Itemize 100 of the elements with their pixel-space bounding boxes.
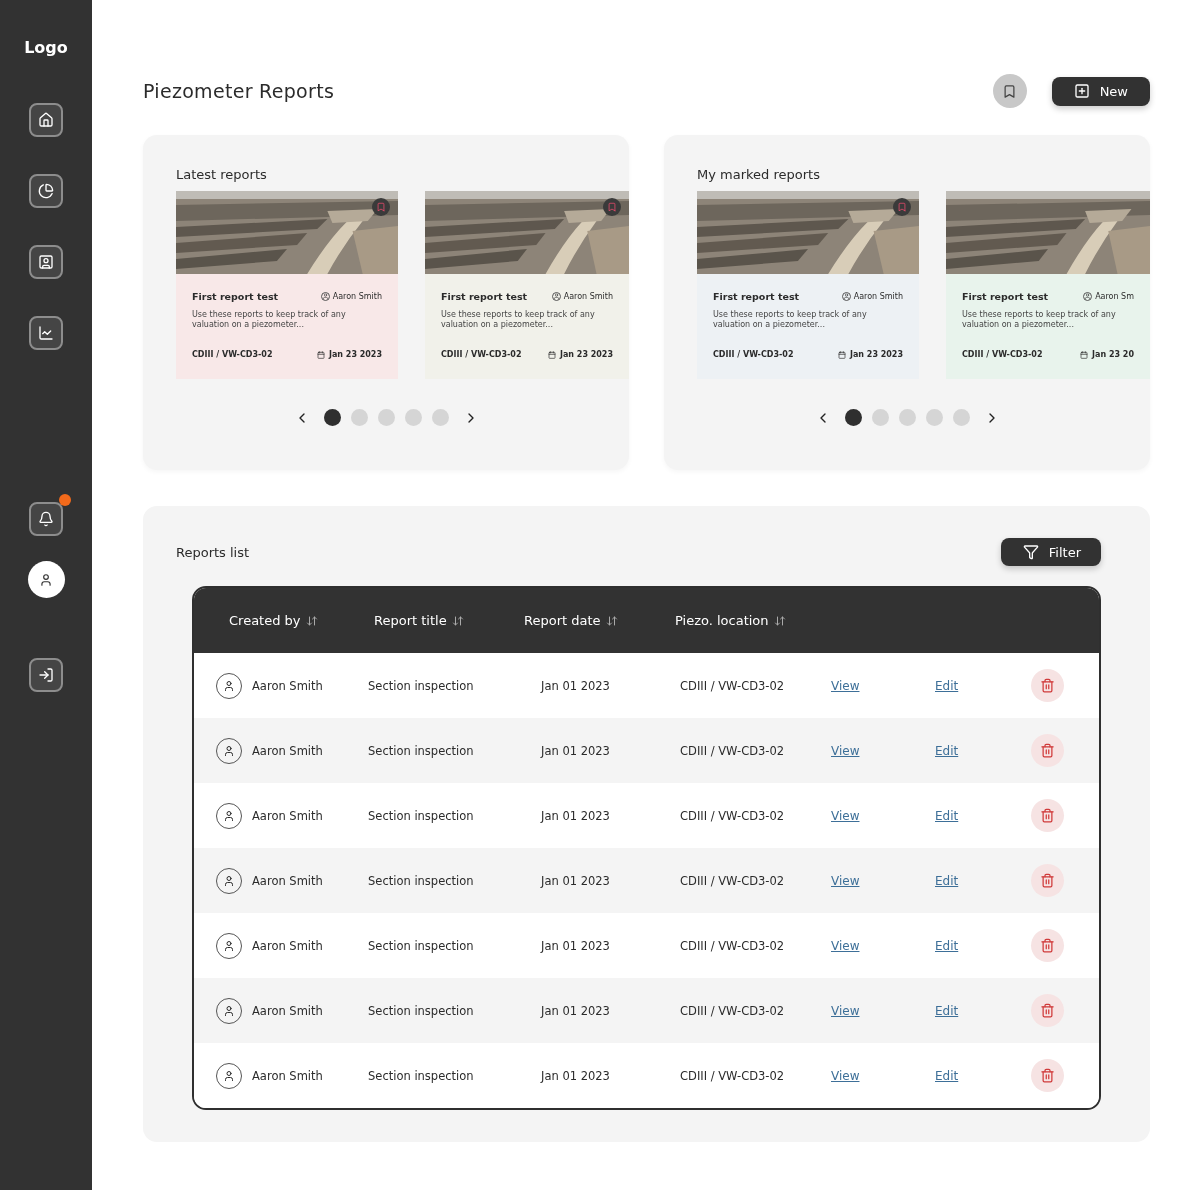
card-location: CDIII / VW-CD3-02 — [962, 350, 1043, 359]
card-description: Use these reports to keep track of any valuation on a piezometer... — [192, 310, 347, 330]
trash-icon — [1040, 808, 1055, 823]
page-dot[interactable] — [952, 409, 970, 426]
creator-name: Aaron Smith — [252, 1003, 323, 1018]
card-location: CDIII / VW-CD3-02 — [441, 350, 522, 359]
edit-link[interactable]: Edit — [935, 808, 959, 823]
panel-title: My marked reports — [697, 167, 821, 182]
column-header[interactable]: Report date — [524, 613, 675, 628]
edit-link[interactable]: Edit — [935, 873, 959, 888]
notifications-button[interactable] — [29, 502, 63, 536]
sort-icon — [605, 614, 618, 627]
creator-name: Aaron Smith — [252, 938, 323, 953]
edit-link[interactable]: Edit — [935, 678, 959, 693]
card-date: Jan 23 2023 — [547, 350, 613, 359]
table-cell-text: Section inspection — [368, 743, 475, 758]
delete-button[interactable] — [1031, 929, 1064, 962]
nav-button[interactable] — [29, 103, 63, 137]
column-header[interactable]: Created by — [229, 613, 374, 628]
card-date: Jan 23 20 — [1080, 350, 1134, 359]
user-icon — [39, 572, 53, 587]
column-header[interactable]: Report title — [374, 613, 524, 628]
calendar-icon — [837, 350, 846, 359]
delete-button[interactable] — [1031, 864, 1064, 897]
card-title: First report test — [441, 291, 528, 302]
card-author: Aaron Smith — [841, 292, 903, 301]
table-cell-text: CDIII / VW-CD3-02 — [680, 938, 786, 953]
page-dot[interactable] — [925, 409, 943, 426]
nav-button[interactable] — [29, 174, 63, 208]
creator-name: Aaron Smith — [252, 873, 323, 888]
contact-icon — [38, 254, 54, 270]
view-link[interactable]: View — [831, 1068, 860, 1083]
home-icon — [38, 112, 54, 128]
view-link[interactable]: View — [831, 678, 860, 693]
table-cell-text: CDIII / VW-CD3-02 — [680, 743, 786, 758]
calendar-icon — [1080, 350, 1089, 359]
table-cell-text: CDIII / VW-CD3-02 — [680, 1003, 786, 1018]
card-title: First report test — [192, 291, 279, 302]
view-link[interactable]: View — [831, 1003, 860, 1018]
edit-link[interactable]: Edit — [935, 743, 959, 758]
table-cell-text: Section inspection — [368, 938, 475, 953]
nav-button[interactable] — [29, 316, 63, 350]
delete-button[interactable] — [1031, 799, 1064, 832]
delete-button[interactable] — [1031, 994, 1064, 1027]
nav-button[interactable] — [29, 245, 63, 279]
table-cell-text: Jan 01 2023 — [541, 938, 611, 953]
edit-link[interactable]: Edit — [935, 1003, 959, 1018]
logout-button[interactable] — [29, 658, 63, 692]
table-cell-text: Jan 01 2023 — [541, 678, 611, 693]
page-dot[interactable] — [871, 409, 889, 426]
plus-icon — [1073, 83, 1090, 99]
table-cell-text: Jan 01 2023 — [541, 1003, 611, 1018]
chart-icon — [38, 183, 54, 199]
trash-icon — [1040, 938, 1055, 953]
card-description: Use these reports to keep track of any valuation on a piezometer... — [962, 310, 1117, 330]
creator-name: Aaron Smith — [252, 1068, 323, 1083]
table-cell-text: CDIII / VW-CD3-02 — [680, 678, 786, 693]
table-cell-text: Jan 01 2023 — [541, 743, 611, 758]
calendar-icon — [316, 350, 325, 359]
page-dot[interactable] — [844, 409, 862, 426]
column-header[interactable]: Piezo. location — [675, 613, 815, 628]
calendar-icon — [547, 350, 556, 359]
trash-icon — [1040, 873, 1055, 888]
view-link[interactable]: View — [831, 938, 860, 953]
report-card[interactable]: First report test Aaron Sm Use these reports to keep track of any valuation on a piezometer... CDIII / VW-CD3-02 Jan 23 20 — [946, 191, 1150, 379]
page-dot[interactable] — [431, 409, 449, 426]
view-link[interactable]: View — [831, 743, 860, 758]
bookmark-button[interactable] — [992, 74, 1027, 108]
delete-button[interactable] — [1031, 1059, 1064, 1092]
table-cell-text: Section inspection — [368, 808, 475, 823]
page-dot[interactable] — [350, 409, 368, 426]
user-icon — [320, 292, 330, 301]
new-button[interactable]: New — [1051, 76, 1150, 106]
report-card[interactable]: First report test Aaron Smith Use these reports to keep track of any valuation on a piezometer... CDIII / VW-CD3-02 Jan 23 2023 — [697, 191, 919, 379]
table-cell-text: Section inspection — [368, 678, 475, 693]
card-description: Use these reports to keep track of any valuation on a piezometer... — [441, 310, 596, 330]
sort-icon — [305, 614, 318, 627]
page-dot[interactable] — [377, 409, 395, 426]
delete-button[interactable] — [1031, 669, 1064, 702]
table-cell-text: Section inspection — [368, 1068, 475, 1083]
report-card[interactable]: First report test Aaron Smith Use these reports to keep track of any valuation on a piezometer... CDIII / VW-CD3-02 Jan 23 2023 — [425, 191, 629, 379]
view-link[interactable]: View — [831, 808, 860, 823]
card-author: Aaron Sm — [1083, 292, 1134, 301]
page-dot[interactable] — [404, 409, 422, 426]
card-author: Aaron Smith — [551, 292, 613, 301]
bell-icon — [38, 511, 54, 527]
card-description: Use these reports to keep track of any valuation on a piezometer... — [713, 310, 868, 330]
report-card[interactable]: First report test Aaron Smith Use these reports to keep track of any valuation on a piezometer... CDIII / VW-CD3-02 Jan 23 2023 — [176, 191, 398, 379]
view-link[interactable]: View — [831, 873, 860, 888]
filter-button[interactable]: Filter — [1000, 538, 1101, 566]
page-dot[interactable] — [323, 409, 341, 426]
page-dot[interactable] — [898, 409, 916, 426]
logo[interactable]: Logo — [24, 38, 68, 57]
edit-link[interactable]: Edit — [935, 938, 959, 953]
trash-icon — [1040, 678, 1055, 693]
edit-link[interactable]: Edit — [935, 1068, 959, 1083]
delete-button[interactable] — [1031, 734, 1064, 767]
table-cell-text: Jan 01 2023 — [541, 1068, 611, 1083]
table-cell-text: Jan 01 2023 — [541, 808, 611, 823]
profile-button[interactable] — [27, 561, 65, 598]
